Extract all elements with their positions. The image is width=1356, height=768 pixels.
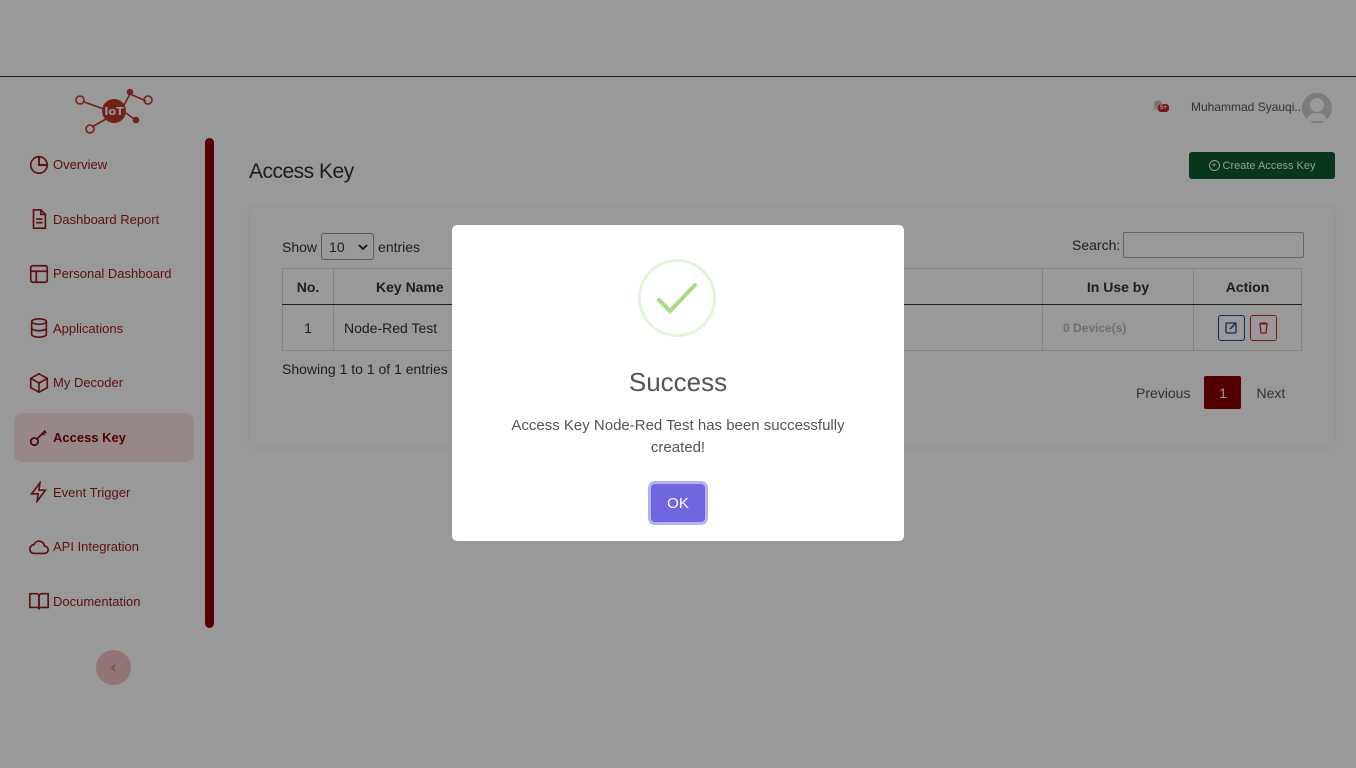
success-dialog: Success Access Key Node-Red Test has bee… [452,225,904,541]
ok-button[interactable]: OK [651,484,705,522]
dialog-title: Success [628,367,728,397]
dialog-message: Access Key Node-Red Test has been succes… [511,417,845,456]
success-icon [638,259,716,337]
